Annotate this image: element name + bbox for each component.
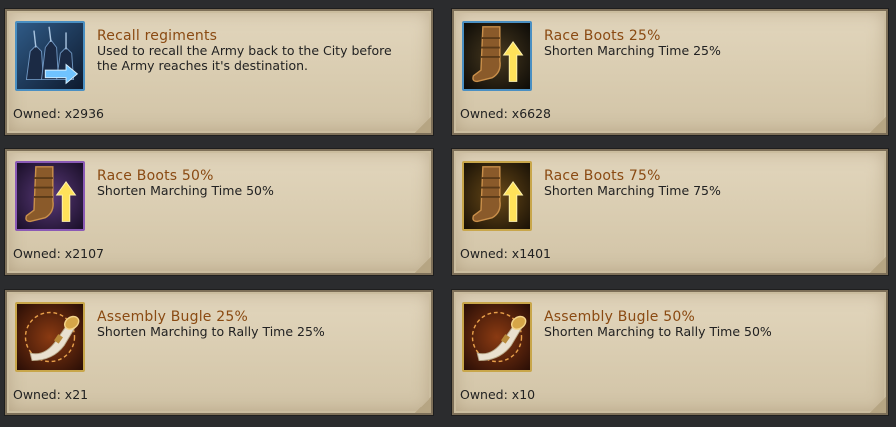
item-owned-count: Owned: x1401 [460, 246, 552, 261]
item-owned-count: Owned: x21 [13, 387, 89, 402]
item-owned-count: Owned: x10 [460, 387, 536, 402]
item-description: Used to recall the Army back to the City… [97, 43, 392, 73]
item-title: Assembly Bugle 25% [97, 309, 248, 325]
item-title: Assembly Bugle 50% [544, 309, 695, 325]
assembly-bugle-icon [15, 302, 85, 372]
item-title: Recall regiments [97, 28, 218, 44]
item-card-assembly-bugle-50[interactable]: Assembly Bugle 50% Shorten Marching to R… [452, 290, 888, 415]
item-title: Race Boots 75% [544, 168, 661, 184]
item-card-race-boots-50[interactable]: Race Boots 50% Shorten Marching Time 50%… [5, 149, 433, 275]
item-description: Shorten Marching Time 25% [544, 43, 721, 58]
recall-army-icon [15, 21, 85, 91]
item-description: Shorten Marching to Rally Time 50% [544, 324, 772, 339]
assembly-bugle-icon [462, 302, 532, 372]
item-card-race-boots-75[interactable]: Race Boots 75% Shorten Marching Time 75%… [452, 149, 888, 275]
item-title: Race Boots 25% [544, 28, 661, 44]
item-description: Shorten Marching to Rally Time 25% [97, 324, 325, 339]
item-card-assembly-bugle-25[interactable]: Assembly Bugle 25% Shorten Marching to R… [5, 290, 433, 415]
race-boots-icon [15, 161, 85, 231]
item-owned-count: Owned: x2107 [13, 246, 105, 261]
item-owned-count: Owned: x6628 [460, 106, 552, 121]
race-boots-icon [462, 21, 532, 91]
item-card-recall-regiments[interactable]: Recall regiments Used to recall the Army… [5, 9, 433, 135]
race-boots-icon [462, 161, 532, 231]
item-owned-count: Owned: x2936 [13, 106, 105, 121]
item-grid: Recall regiments Used to recall the Army… [0, 0, 896, 427]
item-description: Shorten Marching Time 75% [544, 183, 721, 198]
item-description: Shorten Marching Time 50% [97, 183, 274, 198]
item-card-race-boots-25[interactable]: Race Boots 25% Shorten Marching Time 25%… [452, 9, 888, 135]
item-title: Race Boots 50% [97, 168, 214, 184]
